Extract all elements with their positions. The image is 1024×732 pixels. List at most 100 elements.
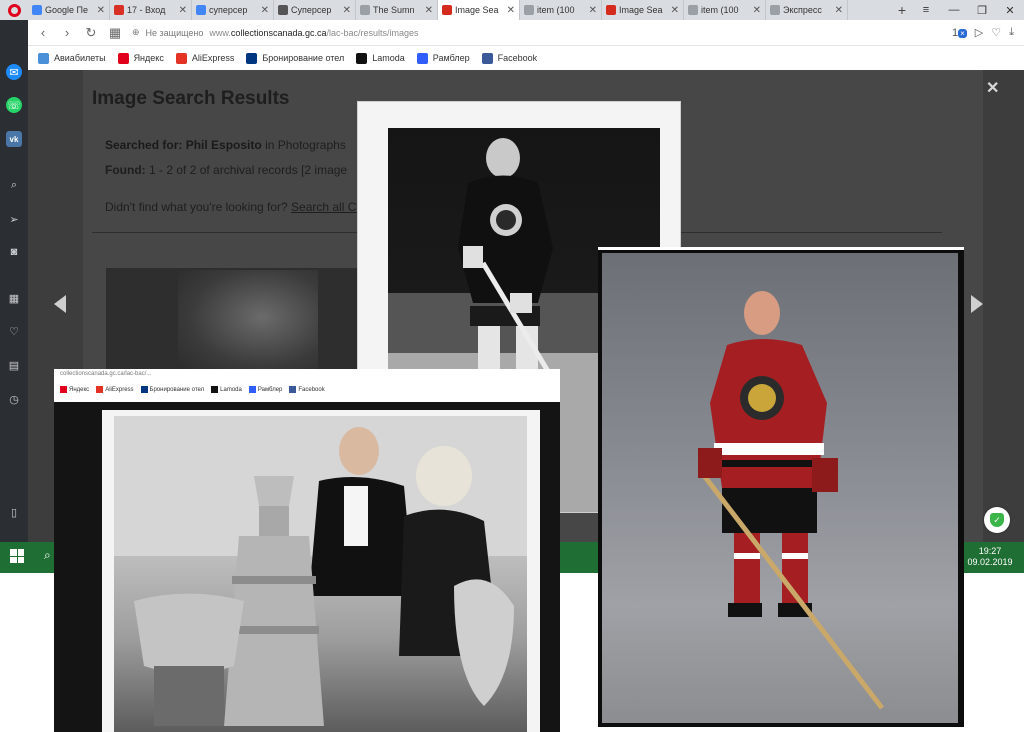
clock-date: 09.02.2019 [967,557,1013,567]
sidebar-toggle-icon[interactable]: ▯ [6,504,22,520]
bookmark-heart-icon[interactable]: ♡ [991,26,1001,39]
embedded-bookmark-label: Facebook [298,387,325,394]
tab-5[interactable]: Image Sea ✕ [438,0,520,20]
vpn-badge[interactable]: 1 × [952,27,967,39]
opera-menu-button[interactable] [0,0,28,20]
camera-icon[interactable]: ◙ [6,244,22,260]
tab-close-icon[interactable]: ✕ [97,5,105,16]
searched-term: Phil Esposito [185,138,262,152]
tab-label: item (100 [701,5,739,15]
tab-2[interactable]: суперсер ✕ [192,0,274,20]
tabs-grid-icon[interactable]: ▦ [108,25,122,41]
back-icon[interactable]: ‹ [36,25,50,40]
download-icon[interactable]: ⤓ [1009,26,1014,39]
close-window-icon[interactable]: ✕ [996,4,1024,17]
tab-bar: Google Пе ✕ 17 - Вход ✕ суперсер ✕ Суперсер ✕ Th… [0,0,1024,20]
search-all-link[interactable]: Search all C [291,200,356,214]
found-label: Found: [105,163,146,177]
windows-start-icon[interactable] [10,549,24,563]
bookmark-item[interactable]: Авиабилеты [38,52,106,64]
tab-favicon-icon [442,5,452,15]
taskbar-search-icon[interactable]: ⌕ [44,548,51,563]
minimize-icon[interactable]: — [940,4,968,16]
tab-close-icon[interactable]: ✕ [425,5,433,16]
restore-icon[interactable]: ❐ [968,4,996,17]
prev-arrow-icon[interactable] [54,295,66,313]
didnt-find-text: Didn't find what you're looking for? [105,200,288,214]
aliexpress-icon [175,52,187,64]
tab-label: item (100 [537,5,575,15]
tab-9[interactable]: Экспресс ✕ [766,0,848,20]
bookmark-label: Бронирование отел [262,53,345,63]
security-shield-icon[interactable]: ✓ [984,507,1010,533]
history-icon[interactable]: ◷ [6,391,22,407]
send-icon[interactable]: ➢ [6,211,22,227]
embedded-bookmark-label: AliExpress [105,387,134,394]
tab-3[interactable]: Суперсер ✕ [274,0,356,20]
bookmark-item[interactable]: AliExpress [175,52,234,64]
tab-menu-icon[interactable]: ≡ [912,4,940,16]
lamoda-icon [356,52,368,64]
bookmark-item[interactable]: Lamoda [356,52,405,64]
tab-6[interactable]: item (100 ✕ [520,0,602,20]
heart-icon[interactable]: ♡ [6,323,22,339]
tab-close-icon[interactable]: ✕ [835,5,843,16]
tab-1[interactable]: 17 - Вход ✕ [110,0,192,20]
facebook-icon [481,52,493,64]
url-path: /lac-bac/results/images [326,27,419,38]
snap-icon[interactable]: ▷ [975,26,983,39]
url-field[interactable]: ⊕ Не защищено www.collectionscanada.gc.c… [132,23,942,43]
whatsapp-icon[interactable]: ☏ [6,97,22,113]
bookmark-item[interactable]: Рамблер [416,52,470,64]
tab-label: Экспресс [783,5,822,15]
tab-8[interactable]: item (100 ✕ [684,0,766,20]
bookmark-item[interactable]: Facebook [481,52,537,64]
news-icon[interactable]: ▤ [6,357,22,373]
searched-in: in Photographs [265,138,346,152]
tab-7[interactable]: Image Sea ✕ [602,0,684,20]
messenger-icon[interactable]: ✉ [6,64,22,80]
new-tab-button[interactable]: + [892,0,912,20]
taskbar-clock[interactable]: 19:27 09.02.2019 [960,546,1020,568]
bookmark-item[interactable]: Бронирование отел [246,52,345,64]
embedded-bookmark: Яндекс [60,386,89,393]
searched-for: Searched for: Phil Esposito in Photograp… [105,138,346,152]
window-controls: ≡ — ❐ ✕ [912,0,1024,20]
url-domain: collectionscanada.gc.ca [230,27,327,38]
tab-favicon-icon [360,5,370,15]
tab-favicon-icon [688,5,698,15]
tab-close-icon[interactable]: ✕ [343,5,351,16]
embedded-bookmark-icon [211,386,219,393]
result-thumbnail-image [178,270,318,375]
tab-close-icon[interactable]: ✕ [179,5,187,16]
tab-close-icon[interactable]: ✕ [753,5,761,16]
next-arrow-icon[interactable] [971,295,983,313]
embedded-bookmark-icon [140,386,148,393]
close-lightbox-icon[interactable]: ✕ [986,78,999,98]
tab-label: The Sumn [373,5,415,15]
search-icon[interactable]: ⌕ [6,177,22,193]
speed-dial-icon[interactable]: ▦ [6,290,22,306]
tab-label: 17 - Вход [127,5,166,15]
tab-close-icon[interactable]: ✕ [507,5,515,16]
embedded-bookmark-label: Рамблер [257,387,283,394]
hockey-player-color-illustration [698,291,884,710]
yandex-icon [117,52,129,64]
embedded-bookmark: Бронирование отел [140,386,204,393]
vk-icon[interactable]: vk [6,131,22,147]
bookmark-item[interactable]: Яндекс [117,52,164,64]
photo-gretzky-bookmarks: Яндекс AliExpress Бронирование отел Lamoda Р… [60,386,325,393]
photo-gretzky: collectionscanada.gc.ca/lac-bac/... Янде… [54,369,560,732]
tab-close-icon[interactable]: ✕ [261,5,269,16]
tab-close-icon[interactable]: ✕ [671,5,679,16]
tab-favicon-icon [114,5,124,15]
tab-favicon-icon [770,5,780,15]
page-title: Image Search Results [92,88,290,109]
tab-4[interactable]: The Sumn ✕ [356,0,438,20]
reload-icon[interactable]: ↻ [84,25,98,41]
clock-time: 19:27 [978,546,1002,556]
tab-close-icon[interactable]: ✕ [589,5,597,16]
photo-gretzky-image [114,416,527,732]
forward-icon[interactable]: › [60,25,74,40]
tab-0[interactable]: Google Пе ✕ [28,0,110,20]
